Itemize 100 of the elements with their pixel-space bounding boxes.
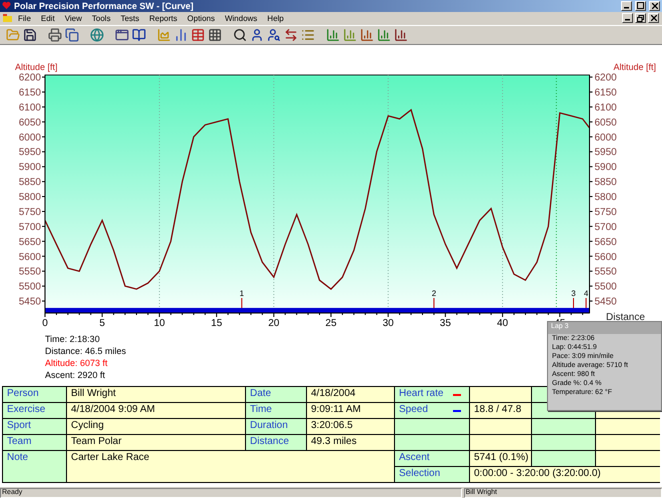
value-cell: [596, 435, 660, 450]
table-icon[interactable]: [191, 28, 205, 42]
tick-label: 6100: [18, 102, 41, 114]
tick-label: 5700: [18, 222, 41, 233]
document-icon: [3, 14, 12, 22]
value-cell: [470, 419, 531, 434]
menu-item[interactable]: View: [60, 14, 86, 23]
tick-label: 5750: [18, 206, 41, 218]
heart-icon: [2, 1, 11, 10]
label-cell: [532, 451, 595, 466]
value-cell: [470, 435, 531, 450]
arrows-icon[interactable]: [284, 28, 298, 42]
restore-button[interactable]: [635, 13, 646, 24]
value-cell: 18.8 / 47.8: [470, 403, 531, 418]
tick-label: 5850: [594, 176, 617, 188]
label-cell: Date: [246, 387, 306, 402]
axis-title: Altitude [ft]: [15, 62, 58, 72]
label-cell: Person: [3, 387, 66, 402]
tick-label: 5950: [18, 147, 41, 158]
tick-label: 15: [211, 318, 222, 329]
menu-item[interactable]: Options: [183, 14, 219, 23]
tick-label: 5650: [594, 236, 617, 248]
label-cell: Ascent: [395, 451, 469, 466]
printer-icon[interactable]: [48, 28, 62, 42]
book-icon[interactable]: [132, 28, 146, 42]
tick-label: 6150: [594, 87, 617, 98]
value-cell: 0:00:00 - 3:20:00 (3:20:00.0): [470, 467, 660, 482]
tick-label: 5650: [18, 236, 41, 248]
value-cell: Carter Lake Race: [67, 451, 394, 482]
minimize-button[interactable]: [621, 0, 632, 11]
bar-chart-icon[interactable]: [377, 28, 391, 42]
label-cell: [532, 419, 595, 434]
axis-title: Distance: [606, 312, 645, 323]
window-title: Polar Precision Performance SW - [Curve]: [14, 0, 195, 11]
menu-item[interactable]: Reports: [145, 14, 182, 23]
value-cell: Team Polar: [67, 435, 245, 450]
close-button[interactable]: [648, 13, 659, 24]
menu-item[interactable]: Tools: [88, 14, 115, 23]
value-cell: [596, 451, 660, 466]
bar-chart-icon[interactable]: [360, 28, 374, 42]
axis-title: Altitude [ft]: [613, 62, 656, 72]
value-cell: Bill Wright: [67, 387, 245, 402]
readout-text: Time: 2:18:30: [45, 332, 100, 345]
maximize-button[interactable]: [635, 0, 646, 11]
value-cell: 4/18/2004 9:09 AM: [67, 403, 245, 418]
annotation: 3: [571, 288, 576, 298]
label-cell: Selection: [395, 467, 469, 482]
cell-text: Heart rate: [399, 388, 444, 400]
tick-label: 6100: [594, 102, 617, 114]
tick-label: 6150: [18, 87, 41, 98]
readout-text: Altitude: 6073 ft: [45, 356, 108, 369]
value-cell: [470, 387, 531, 402]
tick-label: 10: [154, 318, 165, 329]
annotation: 2: [432, 288, 437, 298]
label-cell: [532, 435, 595, 450]
tick-label: 5500: [594, 281, 617, 292]
globe-icon[interactable]: [90, 28, 104, 42]
menu-item[interactable]: Help: [263, 14, 288, 23]
zoom-icon[interactable]: [233, 28, 247, 42]
floppy-icon[interactable]: [23, 28, 37, 42]
label-cell: Note: [3, 451, 66, 482]
bar-chart-icon[interactable]: [394, 28, 408, 42]
menu-item[interactable]: File: [14, 14, 35, 23]
annotation: 1: [240, 288, 245, 298]
tick-label: 6050: [594, 117, 617, 128]
person-icon[interactable]: [250, 28, 264, 42]
value-cell: 3:20:06.5: [307, 419, 394, 434]
tick-label: 5750: [594, 206, 617, 218]
menu-item[interactable]: Tests: [116, 14, 144, 23]
tick-label: 6000: [594, 132, 617, 144]
tick-label: 5600: [594, 252, 617, 263]
close-button[interactable]: [649, 0, 660, 11]
minimize-button[interactable]: [622, 13, 633, 24]
menu-item[interactable]: Windows: [220, 14, 262, 23]
cell-text: Speed: [399, 404, 428, 416]
tick-label: 5800: [594, 192, 617, 203]
menu-item[interactable]: Edit: [36, 14, 59, 23]
window-icon[interactable]: [115, 28, 129, 42]
readout-text: Ascent: 2920 ft: [45, 368, 106, 381]
label-cell: Team: [3, 435, 66, 450]
tick-label: 5500: [18, 281, 41, 292]
value-cell: Cycling: [67, 419, 245, 434]
tick-label: 6050: [18, 117, 41, 128]
tick-label: 5: [99, 318, 105, 329]
value-cell: 9:09:11 AM: [307, 403, 394, 418]
tick-label: 5700: [594, 222, 617, 233]
tick-label: 6000: [18, 132, 41, 144]
tick-label: 5900: [18, 162, 41, 173]
bar-chart-icon[interactable]: [326, 28, 340, 42]
person-icon[interactable]: [267, 28, 281, 42]
grid-icon[interactable]: [208, 28, 222, 42]
readout-text: Distance: 46.5 miles: [45, 344, 126, 357]
list-icon[interactable]: [301, 28, 315, 42]
bar-chart-icon[interactable]: [174, 28, 188, 42]
tick-label: 5550: [18, 266, 41, 278]
value-cell: 4/18/2004: [307, 387, 394, 402]
tick-label: 25: [325, 318, 337, 329]
tick-label: 5950: [594, 147, 617, 158]
copy-icon[interactable]: [65, 28, 79, 42]
tick-label: 40: [497, 318, 508, 329]
